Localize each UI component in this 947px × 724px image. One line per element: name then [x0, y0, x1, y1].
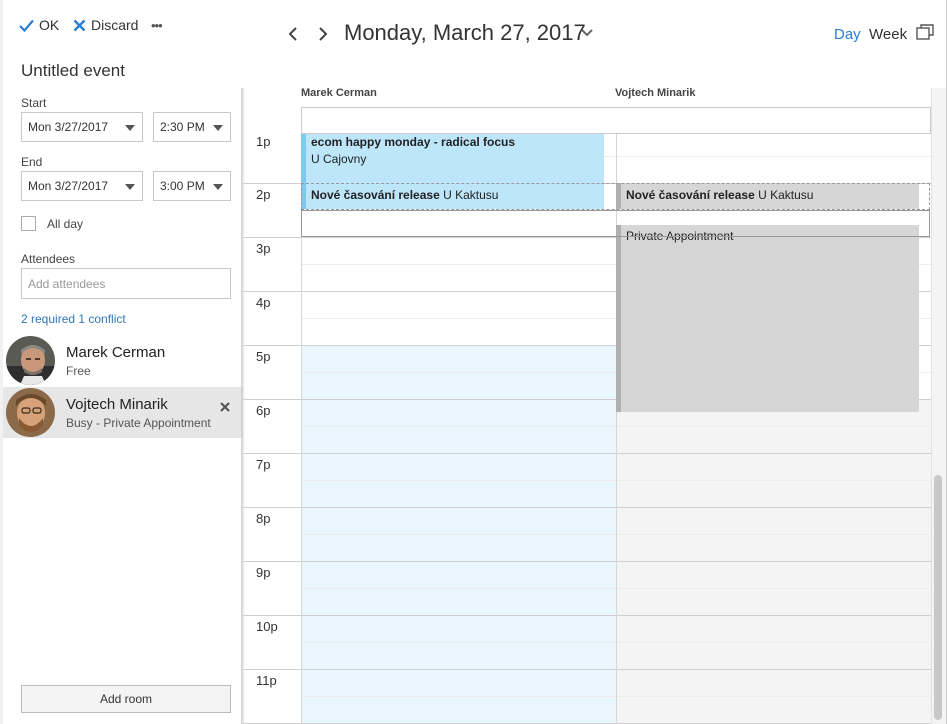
discard-button[interactable]: Discard	[73, 14, 138, 36]
ok-button[interactable]: OK	[19, 14, 59, 36]
event-title[interactable]: Untitled event	[21, 61, 125, 81]
hour-label: 8p	[256, 511, 271, 526]
hour-label: 6p	[256, 403, 271, 418]
hour-line	[243, 669, 931, 670]
discard-label: Discard	[91, 17, 139, 33]
view-day-tab[interactable]: Day	[834, 26, 861, 43]
hour-label: 11p	[256, 673, 277, 688]
column-header: Marek Cerman	[301, 87, 377, 99]
start-time-value: 2:30 PM	[160, 120, 205, 134]
all-day-events-band[interactable]	[301, 107, 931, 134]
chevron-down-icon	[125, 125, 135, 131]
add-room-button[interactable]: Add room	[21, 685, 231, 713]
hour-label: 2p	[256, 187, 271, 202]
next-day-button[interactable]	[314, 25, 332, 43]
start-date-select[interactable]: Mon 3/27/2017	[21, 112, 143, 142]
remove-attendee-icon[interactable]	[218, 400, 232, 414]
column-header: Vojtech Minarik	[615, 87, 696, 99]
hour-line	[243, 561, 931, 562]
hour-line	[243, 453, 931, 454]
hour-label: 5p	[256, 349, 271, 364]
hour-label: 3p	[256, 241, 271, 256]
chevron-left-icon	[288, 27, 297, 41]
hour-label: 7p	[256, 457, 271, 472]
hour-line	[243, 615, 931, 616]
start-date-value: Mon 3/27/2017	[28, 120, 109, 134]
end-date-value: Mon 3/27/2017	[28, 179, 109, 193]
attendees-label: Attendees	[21, 252, 76, 266]
draft-event-slot[interactable]	[301, 210, 930, 237]
end-label: End	[21, 155, 43, 169]
attendee-row[interactable]: Marek Cerman Free	[3, 335, 243, 386]
event-title: ecom happy monday - radical focus	[311, 135, 516, 149]
chevron-down-icon[interactable]	[580, 26, 594, 40]
attendee-name: Marek Cerman	[66, 344, 166, 361]
calendar-event[interactable]: ecom happy monday - radical focus U Cajo…	[301, 134, 604, 183]
chevron-down-icon	[213, 184, 223, 190]
attendee-status: Free	[66, 364, 91, 378]
ok-label: OK	[39, 17, 60, 33]
calendar-event-private[interactable]: Private Appointment	[616, 225, 919, 412]
more-options-button[interactable]: •••	[151, 14, 163, 36]
add-attendees-input[interactable]	[21, 268, 231, 299]
avatar	[6, 336, 55, 385]
attendee-summary-link[interactable]: 2 required 1 conflict	[21, 312, 126, 326]
panel-shadow	[241, 88, 245, 724]
start-time-select[interactable]: 2:30 PM	[153, 112, 231, 142]
previous-day-button[interactable]	[284, 25, 302, 43]
day-grid[interactable]: 1p 2p 3p 4p 5p 6p 7p 8p 9p 10p 11p ecom …	[243, 134, 931, 724]
avatar	[6, 388, 55, 437]
hour-label: 10p	[256, 619, 278, 634]
end-date-select[interactable]: Mon 3/27/2017	[21, 171, 143, 201]
all-day-checkbox[interactable]	[21, 216, 36, 231]
event-location: U Cajovny	[311, 152, 367, 166]
popout-window-icon[interactable]	[916, 24, 934, 40]
hour-line	[243, 507, 931, 508]
attendee-name: Vojtech Minarik	[66, 396, 168, 413]
hour-label: 4p	[256, 295, 271, 310]
chevron-down-icon	[213, 125, 223, 131]
all-day-label: All day	[47, 217, 84, 231]
chevron-right-icon	[319, 27, 328, 41]
end-time-select[interactable]: 3:00 PM	[153, 171, 231, 201]
attendee-status: Busy - Private Appointment	[66, 416, 211, 430]
attendee-row[interactable]: Vojtech Minarik Busy - Private Appointme…	[3, 387, 243, 438]
date-title[interactable]: Monday, March 27, 2017	[344, 20, 586, 46]
event-form-panel: OK Discard ••• Untitled event Start Mon …	[0, 0, 243, 724]
hour-label: 9p	[256, 565, 271, 580]
hour-label: 1p	[256, 134, 271, 149]
draft-event-outline[interactable]	[301, 183, 930, 210]
chevron-down-icon	[125, 184, 135, 190]
checkmark-icon	[19, 19, 34, 32]
start-label: Start	[21, 96, 47, 110]
more-icon: •••	[151, 17, 163, 33]
end-time-value: 3:00 PM	[160, 179, 205, 193]
scrollbar-thumb[interactable]	[934, 475, 942, 720]
close-icon	[73, 19, 86, 31]
view-week-tab[interactable]: Week	[869, 26, 907, 43]
